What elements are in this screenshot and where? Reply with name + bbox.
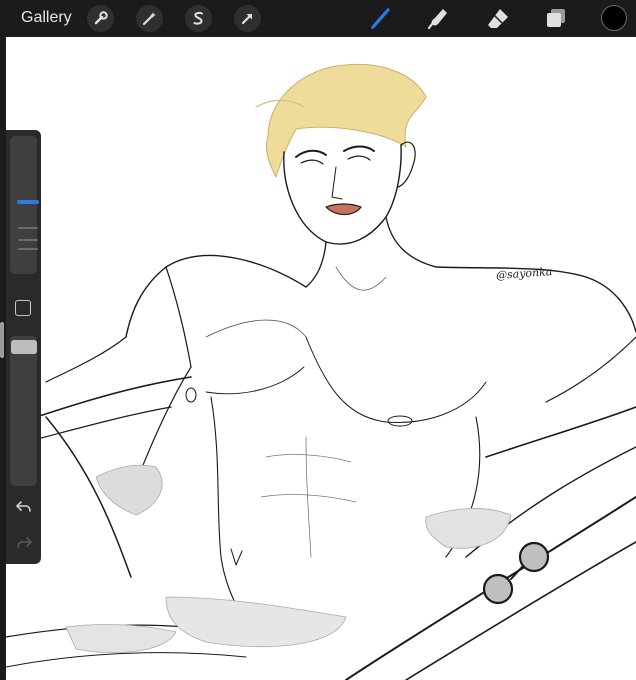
size-tick bbox=[18, 227, 38, 229]
redo-button[interactable] bbox=[13, 532, 35, 554]
magic-wand-icon bbox=[142, 12, 156, 26]
wrench-icon bbox=[94, 11, 108, 25]
size-tick bbox=[18, 248, 38, 250]
brush-icon bbox=[371, 8, 390, 29]
brush-opacity-slider[interactable] bbox=[10, 336, 37, 486]
brush-tool[interactable] bbox=[367, 4, 395, 32]
sidebar-drag-handle[interactable] bbox=[0, 322, 4, 358]
layers-button[interactable] bbox=[542, 4, 570, 32]
redo-icon bbox=[17, 537, 32, 548]
selection-s-icon bbox=[193, 11, 203, 25]
transform-arrow-icon bbox=[241, 13, 253, 25]
color-picker-button[interactable] bbox=[601, 5, 627, 31]
gallery-button[interactable]: Gallery bbox=[21, 9, 72, 27]
smudge-tool[interactable] bbox=[424, 4, 452, 32]
brush-size-thumb[interactable] bbox=[17, 200, 39, 204]
undo-button[interactable] bbox=[13, 496, 35, 518]
selection-button[interactable] bbox=[185, 5, 212, 32]
adjustments-button[interactable] bbox=[136, 5, 163, 32]
size-tick bbox=[18, 239, 38, 241]
modify-button[interactable] bbox=[15, 300, 31, 316]
drawing-canvas[interactable]: @sayonka bbox=[6, 37, 636, 680]
brush-size-slider[interactable] bbox=[10, 136, 39, 274]
eraser-icon bbox=[488, 9, 508, 28]
brush-opacity-thumb[interactable] bbox=[11, 340, 37, 354]
eraser-tool[interactable] bbox=[484, 4, 512, 32]
actions-wrench-button[interactable] bbox=[87, 5, 114, 32]
undo-icon bbox=[16, 501, 31, 512]
transform-button[interactable] bbox=[234, 5, 261, 32]
layers-icon bbox=[547, 9, 565, 27]
left-sidebar bbox=[6, 130, 41, 564]
smudge-icon bbox=[427, 9, 447, 30]
top-toolbar: Gallery bbox=[0, 0, 636, 37]
sketch-artwork bbox=[6, 63, 636, 680]
